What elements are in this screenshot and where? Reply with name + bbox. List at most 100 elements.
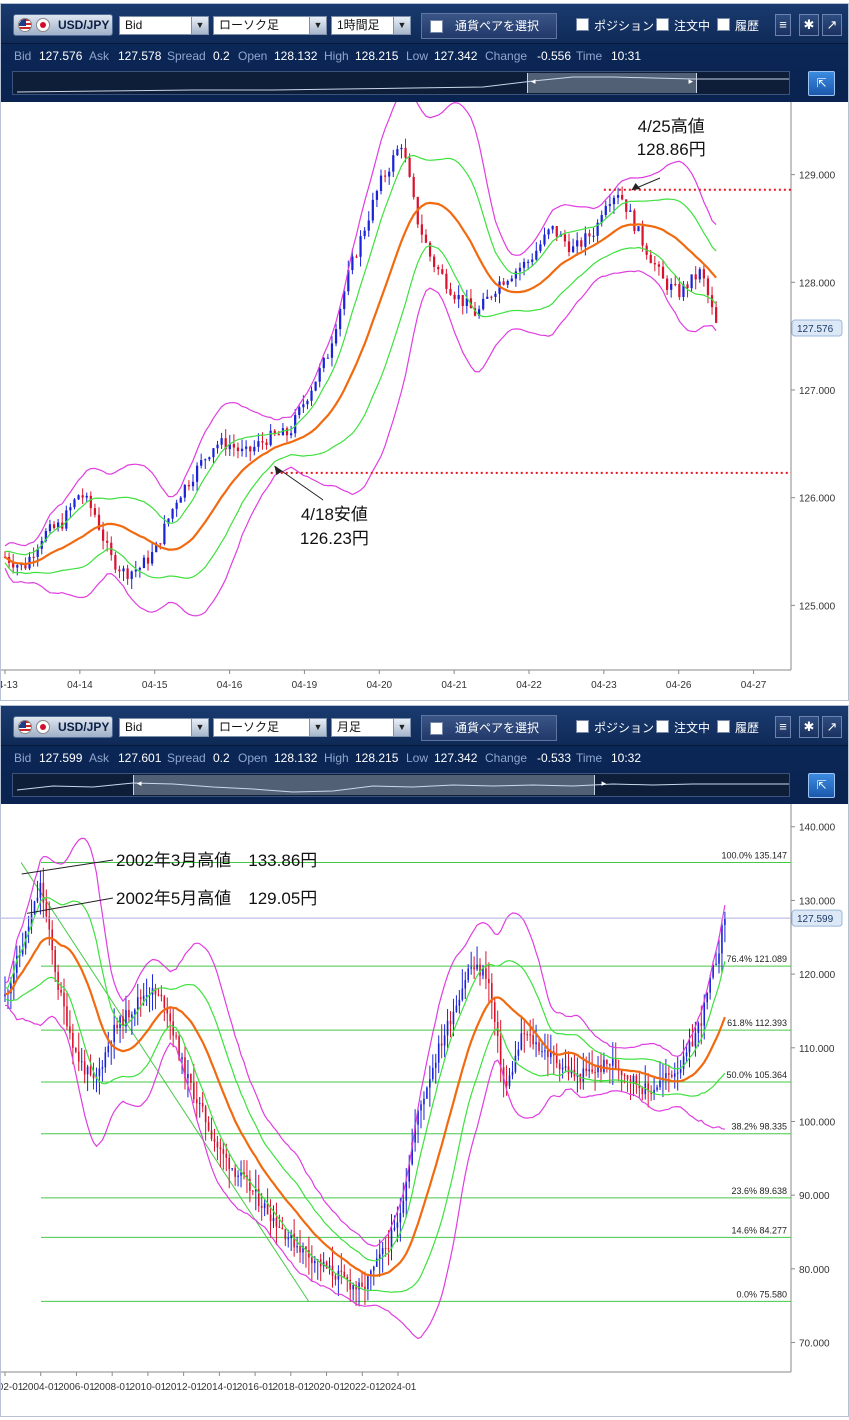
- period-select[interactable]: 1時間足 ▼: [331, 16, 411, 35]
- menu-icon[interactable]: ≡: [775, 14, 791, 36]
- candle-body: [204, 1106, 207, 1123]
- navigator-bar[interactable]: ◂ ▸: [12, 71, 790, 95]
- candle-body: [706, 278, 710, 296]
- open-label: Open: [238, 751, 268, 765]
- japan-flag-icon: [36, 720, 50, 734]
- candle-body: [514, 1055, 517, 1072]
- candle-body: [641, 1088, 644, 1095]
- candle-body: [555, 226, 558, 237]
- gear-icon[interactable]: ✱: [799, 716, 819, 738]
- history-checkbox[interactable]: [717, 18, 730, 31]
- candle-body: [408, 157, 411, 177]
- candle-body: [547, 1050, 549, 1058]
- price-type-select[interactable]: Bid ▼: [119, 718, 209, 737]
- candle-body: [580, 240, 583, 247]
- position-label: ポジション: [594, 19, 655, 33]
- menu-icon[interactable]: ≡: [775, 716, 791, 738]
- currency-pair-button[interactable]: USD/JPY: [13, 716, 113, 738]
- select-pair-button[interactable]: 通貨ペアを選択: [421, 715, 557, 741]
- chart-type-select[interactable]: ローソク足 ▼: [213, 16, 327, 35]
- candle-body: [195, 1099, 198, 1104]
- candle-body: [187, 1073, 189, 1079]
- candle-body: [54, 950, 56, 973]
- candle-body: [249, 446, 252, 452]
- x-tick-label: 04-21: [441, 680, 467, 691]
- fibonacci-label: 76.4% 121.089: [726, 954, 787, 964]
- candle-body: [89, 495, 92, 509]
- chart-type-value: ローソク足: [219, 18, 280, 32]
- candle-body: [522, 261, 526, 268]
- candle-body: [700, 1023, 703, 1026]
- candle-body: [311, 1257, 313, 1264]
- position-checkbox[interactable]: [576, 18, 589, 31]
- ask-value: 127.578: [118, 49, 162, 63]
- change-label: Change: [485, 49, 528, 63]
- navigator-selection-handle[interactable]: ◂ ▸: [527, 73, 697, 93]
- candle-body: [661, 266, 665, 279]
- order-checkbox[interactable]: [656, 720, 669, 733]
- position-checkbox[interactable]: [576, 720, 589, 733]
- bid-label: Bid: [14, 49, 32, 63]
- select-pair-button[interactable]: 通貨ペアを選択: [421, 13, 557, 39]
- history-checkbox[interactable]: [717, 720, 730, 733]
- candle-body: [187, 484, 191, 487]
- popout-icon[interactable]: ↗: [822, 14, 842, 36]
- candle-body: [458, 999, 461, 1006]
- candle-body: [287, 1238, 290, 1240]
- x-tick-label: 04-26: [666, 680, 692, 691]
- candle-body: [171, 508, 174, 519]
- price-type-select[interactable]: Bid ▼: [119, 16, 209, 35]
- popout-icon[interactable]: ↗: [822, 716, 842, 738]
- candle-body: [232, 444, 235, 448]
- zoom-button[interactable]: ⇱: [808, 773, 835, 798]
- moving-average-line: [4, 936, 726, 1277]
- candle-body: [396, 149, 399, 156]
- candle-body: [691, 1041, 694, 1047]
- annotation-low-price: 126.23円: [300, 529, 369, 548]
- candle-body: [603, 1059, 605, 1073]
- ask-label: Ask: [89, 751, 110, 765]
- candle-body: [702, 269, 705, 279]
- navigator-bar[interactable]: ◂ ▸: [12, 773, 790, 797]
- chart-type-select[interactable]: ローソク足 ▼: [213, 718, 327, 737]
- candle-body: [151, 552, 154, 564]
- candle-body: [706, 992, 709, 1003]
- annotation-high-price: 128.86円: [637, 140, 706, 159]
- candle-body: [334, 1275, 337, 1280]
- candle-body: [130, 571, 133, 579]
- candle-body: [257, 441, 260, 447]
- candle-body: [381, 1248, 384, 1255]
- order-checkbox[interactable]: [656, 18, 669, 31]
- candle-body: [604, 205, 607, 215]
- candle-body: [383, 175, 387, 177]
- gear-icon[interactable]: ✱: [799, 14, 819, 36]
- low-value: 127.342: [434, 49, 478, 63]
- low-label: Low: [406, 49, 429, 63]
- candle-body: [455, 1005, 458, 1012]
- low-value: 127.342: [434, 751, 478, 765]
- period-select[interactable]: 月足 ▼: [331, 718, 411, 737]
- candle-body: [396, 1222, 399, 1228]
- candle-body: [237, 1175, 239, 1177]
- candle-body: [367, 220, 370, 231]
- candle-body: [576, 240, 579, 247]
- currency-pair-button[interactable]: USD/JPY: [13, 14, 113, 36]
- candle-body: [138, 567, 141, 570]
- candle-body: [621, 194, 624, 200]
- x-tick-label: 04-22: [516, 680, 542, 691]
- candle-body: [16, 565, 19, 568]
- candle-body: [207, 1122, 210, 1131]
- candle-body: [57, 972, 59, 990]
- navigator-selection-handle[interactable]: ◂ ▸: [133, 775, 606, 795]
- candle-body: [339, 309, 342, 330]
- price-type-value: Bid: [125, 720, 143, 734]
- candle-body: [609, 1064, 611, 1066]
- candle-body: [420, 224, 423, 235]
- candle-body: [555, 1055, 558, 1064]
- monthly-candlestick-chart: 70.000 80.000 90.000 100.000 110.000 120.000 1…: [1, 804, 843, 1393]
- candle-body: [473, 967, 475, 970]
- candle-body: [330, 343, 334, 358]
- zoom-button[interactable]: ⇱: [808, 71, 835, 96]
- candle-body: [567, 1066, 570, 1074]
- candle-body: [191, 481, 195, 487]
